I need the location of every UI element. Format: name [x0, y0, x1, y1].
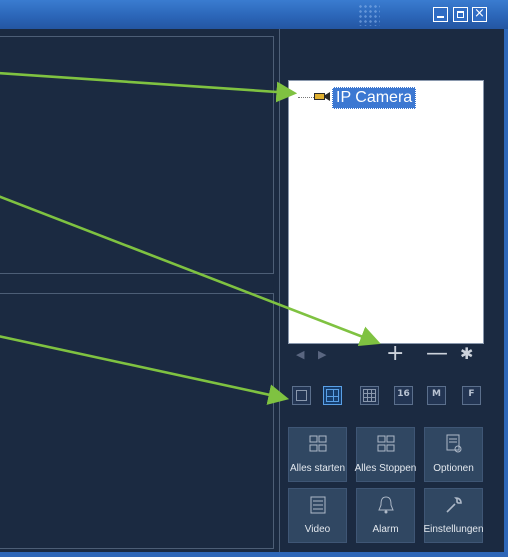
bell-icon: [378, 496, 394, 514]
alarm-label: Alarm: [372, 524, 399, 535]
close-button[interactable]: ×: [472, 6, 487, 22]
start-all-label: Alles starten: [289, 463, 346, 474]
alarm-button[interactable]: Alarm: [356, 488, 415, 543]
start-all-button[interactable]: Alles starten: [288, 427, 347, 482]
remove-camera-button[interactable]: —: [426, 341, 448, 366]
video-label: Video: [304, 524, 331, 535]
settings-label: Einstellungen: [423, 524, 484, 535]
options-icon: [446, 434, 462, 453]
stop-all-icon: [377, 435, 395, 452]
add-camera-button[interactable]: +: [386, 341, 404, 366]
title-bar[interactable]: ×: [0, 0, 508, 29]
layout-quad-icon: [326, 389, 339, 402]
app-window: × IP Camera ◀ ▶ + — ✱ 16 M F Alles start…: [0, 0, 508, 557]
tree-item-ip-camera[interactable]: IP Camera: [332, 87, 417, 109]
camera-icon: [314, 92, 330, 101]
video-pane-bottom[interactable]: [0, 293, 274, 549]
stop-all-button[interactable]: Alles Stoppen: [355, 427, 416, 482]
layout-sixteen-button[interactable]: 16: [394, 386, 413, 405]
options-label: Optionen: [433, 463, 474, 474]
layout-nine-button[interactable]: [360, 386, 379, 405]
options-button[interactable]: Optionen: [424, 427, 483, 482]
layout-m-button[interactable]: M: [427, 386, 446, 405]
layout-nine-icon: [363, 389, 376, 402]
window-border-right: [504, 29, 508, 552]
first-icon[interactable]: ◀: [296, 348, 304, 361]
settings-button[interactable]: Einstellungen: [423, 488, 484, 543]
video-icon: [310, 496, 326, 514]
camera-settings-button[interactable]: ✱: [460, 344, 473, 363]
layout-f-button[interactable]: F: [462, 386, 481, 405]
video-pane-top[interactable]: [0, 36, 274, 274]
tree-connector: [298, 97, 314, 98]
layout-sixteen-label: 16: [397, 389, 410, 399]
close-icon: ×: [474, 6, 485, 21]
layout-f-label: F: [468, 389, 475, 399]
layout-quad-button[interactable]: [323, 386, 342, 405]
video-button[interactable]: Video: [288, 488, 347, 543]
start-all-icon: [309, 435, 327, 452]
layout-m-label: M: [432, 389, 441, 399]
minimize-button[interactable]: [433, 7, 448, 22]
wrench-icon: [446, 497, 462, 513]
title-pattern: [358, 4, 380, 26]
window-border-bottom: [0, 552, 508, 557]
layout-single-button[interactable]: [292, 386, 311, 405]
stop-all-label: Alles Stoppen: [354, 463, 417, 474]
maximize-button[interactable]: [453, 7, 468, 22]
panel-divider: [279, 29, 280, 552]
camera-tree[interactable]: IP Camera: [288, 80, 484, 344]
layout-single-icon: [296, 390, 307, 401]
last-icon[interactable]: ▶: [318, 348, 326, 361]
